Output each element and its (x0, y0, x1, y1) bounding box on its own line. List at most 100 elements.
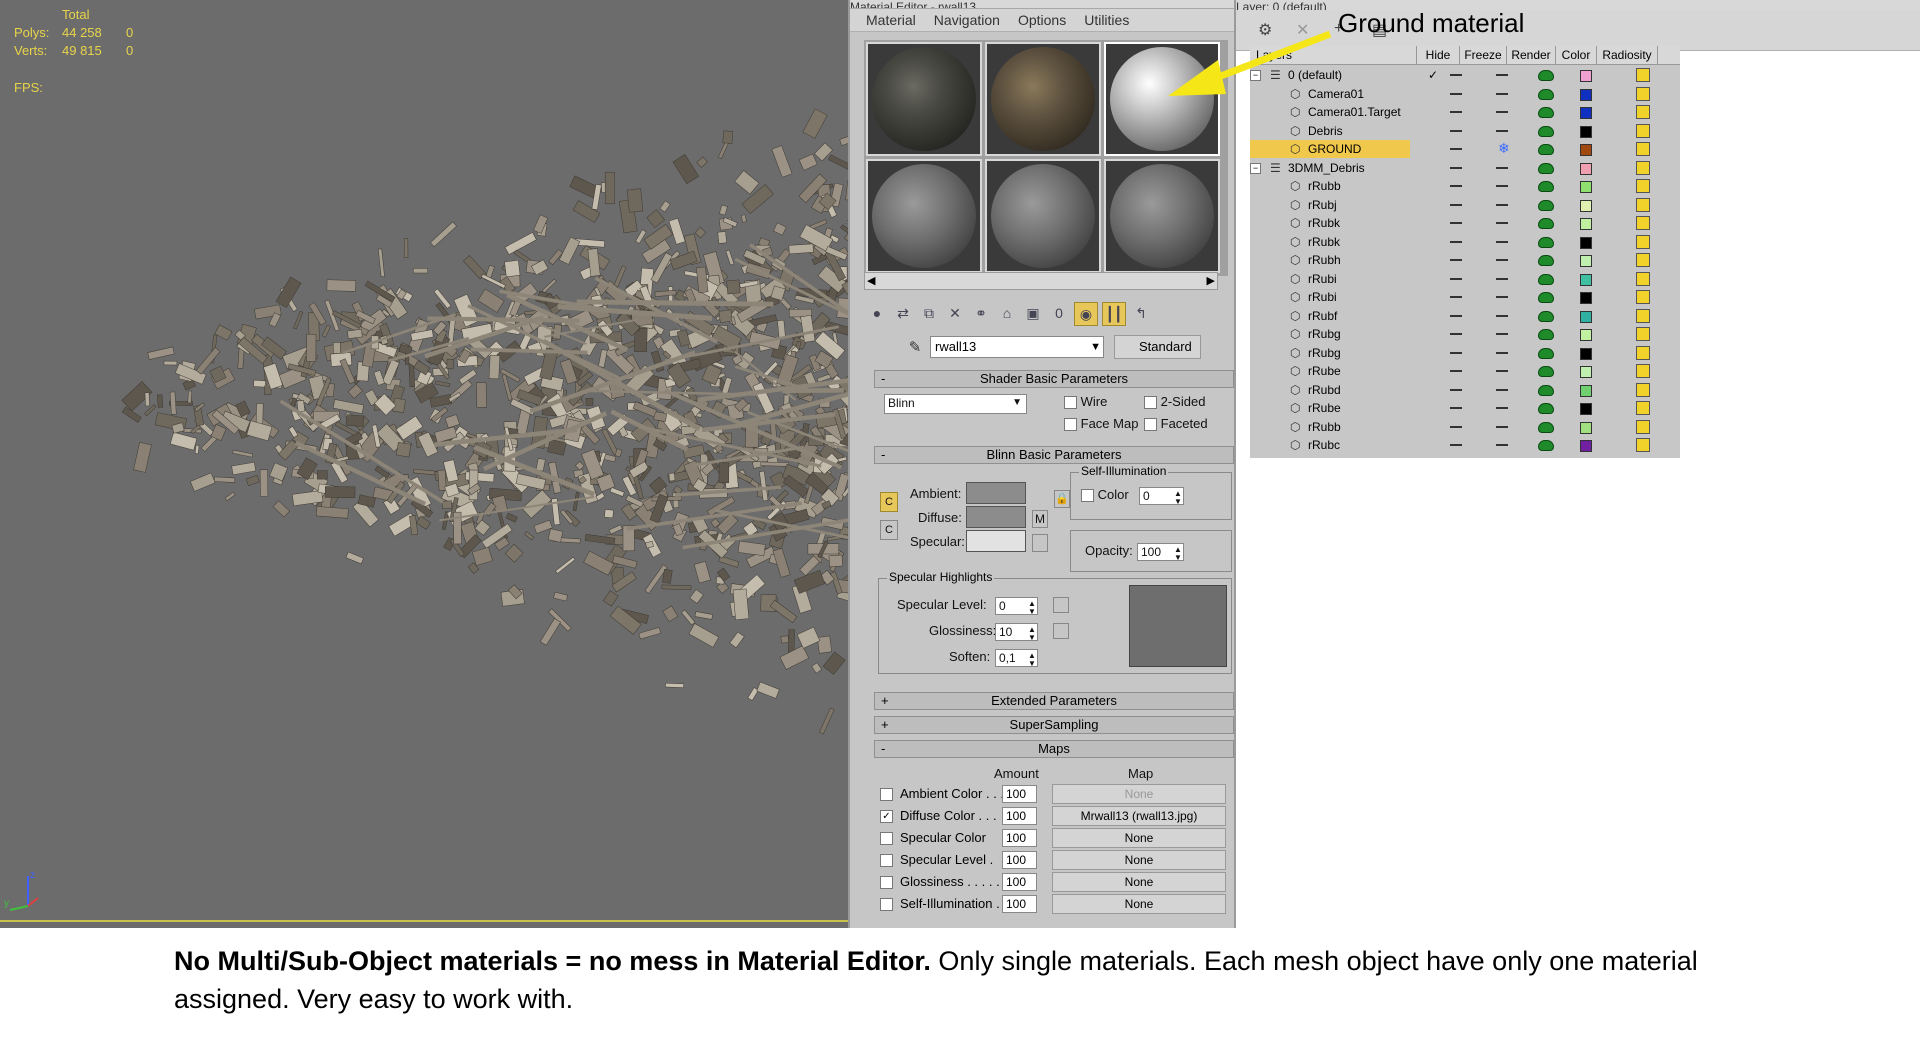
freeze-toggle[interactable] (1496, 185, 1508, 187)
layer-color-swatch[interactable] (1580, 70, 1592, 82)
make-copy-icon[interactable]: ⚭ (970, 302, 992, 324)
diffuse-map-button[interactable]: M (1032, 510, 1048, 528)
freeze-toggle[interactable] (1496, 203, 1508, 206)
render-teapot-icon[interactable] (1538, 421, 1554, 433)
freeze-toggle[interactable] (1496, 222, 1508, 224)
material-editor-window[interactable]: Material Editor - rwall13 Material Navig… (848, 0, 1236, 928)
radiosity-icon[interactable] (1636, 216, 1650, 230)
layer-row[interactable]: ⬡ rRube (1250, 362, 1680, 380)
material-type-button[interactable]: Standard (1114, 335, 1201, 359)
put-to-scene-icon[interactable]: ⇄ (892, 302, 914, 324)
hide-toggle[interactable] (1450, 129, 1462, 132)
map-amount-field[interactable]: 100 (1002, 785, 1037, 803)
layer-name-cell[interactable]: ⬡ rRubc (1250, 436, 1410, 454)
shader-type-dropdown[interactable]: Blinn ▼ (884, 394, 1027, 414)
render-teapot-icon[interactable] (1538, 144, 1554, 155)
freeze-toggle[interactable] (1496, 296, 1508, 298)
layer-row[interactable]: ⬡ rRubf (1250, 307, 1680, 325)
layer-row[interactable]: ⬡ rRubi (1250, 270, 1680, 288)
layer-color-swatch[interactable] (1580, 88, 1592, 101)
layer-color-swatch[interactable] (1580, 310, 1592, 323)
specular-color-swatch[interactable] (966, 530, 1026, 552)
layer-name-cell[interactable]: ⬡ rRubk (1250, 214, 1410, 232)
freeze-toggle[interactable] (1496, 129, 1508, 132)
wire-checkbox[interactable]: Wire (1064, 394, 1107, 410)
radiosity-icon[interactable] (1636, 327, 1650, 341)
radiosity-icon[interactable] (1636, 179, 1650, 193)
map-enable-checkbox[interactable] (880, 898, 893, 911)
collapse-toggle-icon[interactable]: − (1250, 162, 1261, 174)
layer-name-cell[interactable]: ⬡ Debris (1250, 122, 1410, 140)
render-teapot-icon[interactable] (1538, 255, 1554, 266)
column-radiosity[interactable]: Radiosity (1597, 46, 1658, 64)
sample-slot-2[interactable] (985, 42, 1101, 156)
specular-level-field[interactable]: 0 ▲ ▼ (995, 597, 1038, 616)
radiosity-icon[interactable] (1636, 364, 1650, 378)
layer-name-cell[interactable]: ⬡ rRube (1250, 399, 1410, 417)
layer-color-swatch[interactable] (1580, 144, 1592, 156)
hide-toggle[interactable] (1450, 388, 1462, 391)
layer-name-cell[interactable]: ⬡ Camera01.Target (1250, 103, 1410, 121)
hide-toggle[interactable] (1450, 314, 1462, 317)
layer-color-swatch[interactable] (1580, 421, 1592, 434)
layer-name-cell[interactable]: − ☰ 0 (default) (1250, 66, 1410, 84)
layer-row[interactable]: ⬡ rRubi (1250, 288, 1680, 306)
freeze-toggle[interactable] (1496, 444, 1508, 446)
radiosity-icon[interactable] (1636, 345, 1650, 360)
layer-row[interactable]: − ☰ 3DMM_Debris (1250, 159, 1680, 177)
render-teapot-icon[interactable] (1538, 292, 1554, 303)
create-layer-icon[interactable]: ⚙ (1258, 20, 1272, 40)
map-slot-button[interactable]: Mrwall13 (rwall13.jpg) (1052, 806, 1226, 826)
layer-manager-window[interactable]: Layer: 0 (default) ⚙ ✕ + ▤ Layers Hide F… (1234, 0, 1920, 928)
layer-color-swatch[interactable] (1580, 273, 1592, 286)
layer-color-swatch[interactable] (1580, 255, 1592, 267)
freeze-toggle[interactable] (1496, 370, 1508, 372)
menu-options[interactable]: Options (1018, 12, 1066, 28)
map-enable-checkbox[interactable] (880, 876, 893, 889)
get-material-icon[interactable]: ● (866, 302, 888, 324)
shader-rollout-header[interactable]: - Shader Basic Parameters (874, 370, 1234, 388)
layer-name-cell[interactable]: ⬡ rRube (1250, 362, 1410, 380)
radiosity-icon[interactable] (1636, 68, 1650, 82)
layer-color-swatch[interactable] (1580, 366, 1592, 378)
map-amount-field[interactable]: 100 (1002, 829, 1037, 847)
sample-slot-3-active[interactable] (1104, 42, 1220, 156)
render-teapot-icon[interactable] (1538, 107, 1554, 118)
hide-toggle[interactable] (1450, 407, 1462, 409)
lock-diffuse-specular-icon[interactable]: C (880, 520, 898, 540)
radiosity-icon[interactable] (1636, 253, 1650, 267)
layer-color-swatch[interactable] (1580, 218, 1592, 230)
column-freeze[interactable]: Freeze (1460, 46, 1507, 64)
column-hide[interactable]: Hide (1417, 46, 1460, 64)
map-slot-button[interactable]: None (1052, 850, 1226, 870)
sample-slot-4[interactable] (866, 159, 982, 273)
map-amount-field[interactable]: 100 (1002, 873, 1037, 891)
specular-map-button[interactable] (1032, 534, 1048, 552)
lock-icon[interactable]: 🔒 (1054, 490, 1070, 508)
perspective-viewport[interactable]: Total Polys: 44 258 0 Verts: 49 815 0 FP… (0, 0, 848, 928)
layer-color-swatch[interactable] (1580, 125, 1592, 138)
blinn-rollout-header[interactable]: - Blinn Basic Parameters (874, 446, 1234, 464)
hide-toggle[interactable] (1450, 444, 1462, 446)
layer-name-cell[interactable]: ⬡ Camera01 (1250, 85, 1410, 103)
radiosity-icon[interactable] (1636, 234, 1650, 249)
put-to-library-icon[interactable]: ▣ (1022, 302, 1044, 324)
self-illum-value-field[interactable]: 0 ▲ ▼ (1139, 487, 1184, 506)
opacity-field[interactable]: 100 ▲ ▼ (1137, 543, 1184, 562)
map-amount-field[interactable]: 100 (1002, 895, 1037, 913)
render-teapot-icon[interactable] (1538, 236, 1554, 248)
render-teapot-icon[interactable] (1538, 162, 1554, 174)
layer-name-cell[interactable]: ⬡ rRubb (1250, 177, 1410, 195)
render-teapot-icon[interactable] (1538, 199, 1554, 211)
column-color[interactable]: Color (1556, 46, 1597, 64)
hide-toggle[interactable] (1450, 111, 1462, 113)
map-enable-checkbox[interactable] (880, 788, 893, 801)
render-teapot-icon[interactable] (1538, 347, 1554, 359)
hide-toggle[interactable] (1450, 259, 1462, 261)
layer-row[interactable]: ⬡ rRubh (1250, 251, 1680, 269)
assign-to-selection-icon[interactable]: ⧉ (918, 302, 940, 324)
slots-horizontal-scrollbar[interactable]: ◀ ▶ (864, 272, 1218, 290)
hide-toggle[interactable] (1450, 333, 1462, 335)
layer-name-cell[interactable]: ⬡ rRubg (1250, 344, 1410, 362)
collapse-toggle-icon[interactable]: − (1250, 70, 1261, 81)
